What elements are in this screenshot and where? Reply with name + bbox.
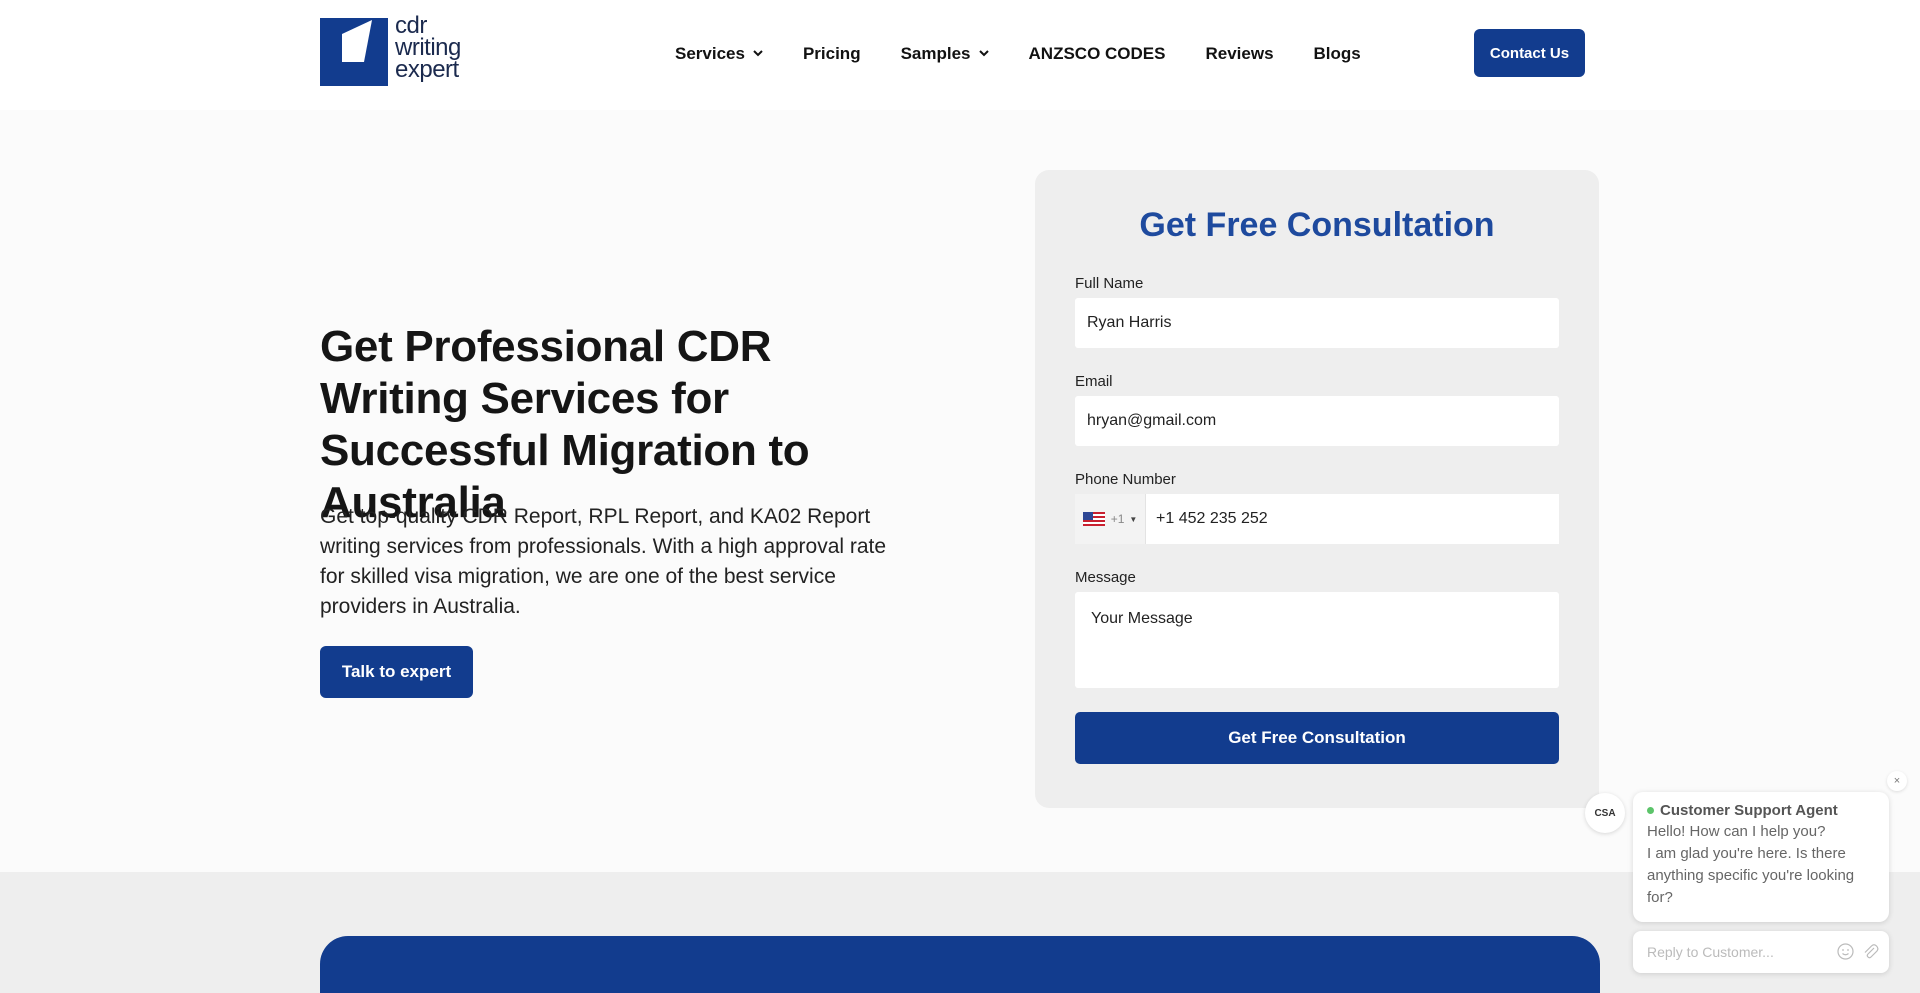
message-label: Message [1075, 569, 1136, 586]
nav-item-label: Pricing [802, 43, 861, 63]
logo-line: expert [395, 56, 459, 83]
nav-item-blogs[interactable]: Blogs [1314, 44, 1361, 64]
nav-item-samples[interactable]: Samples [901, 44, 989, 64]
phone-field[interactable]: +1 452 235 252 [1146, 494, 1559, 544]
nav-item-services[interactable]: Services [675, 44, 763, 64]
country-code: +1 [1110, 512, 1125, 526]
nav-item-label: Blogs [1313, 43, 1361, 63]
agent-name: Customer Support Agent [1660, 802, 1838, 819]
phone-label: Phone Number [1075, 471, 1176, 488]
agent-header: Customer Support Agent [1647, 802, 1875, 819]
nav-item-label: Samples [900, 43, 971, 63]
get-free-consultation-button[interactable]: Get Free Consultation [1075, 712, 1559, 764]
chat-reply-input[interactable]: Reply to Customer... [1633, 931, 1889, 973]
chat-message-text: Hello! How can I help you? I am glad you… [1647, 823, 1855, 906]
reply-placeholder: Reply to Customer... [1647, 944, 1774, 960]
message-field[interactable]: Your Message [1075, 592, 1559, 688]
us-flag-icon [1082, 512, 1105, 526]
chat-message-bubble[interactable]: Customer Support Agent Hello! How can I … [1633, 792, 1889, 922]
agent-avatar[interactable]: CSA [1585, 793, 1625, 833]
full-name-label: Full Name [1075, 275, 1144, 292]
nav-item-label: Reviews [1205, 43, 1274, 63]
hero-description: Get top-quality CDR Report, RPL Report, … [320, 505, 887, 618]
full-name-field[interactable]: Ryan Harris [1075, 298, 1559, 348]
consultation-form: Get Free Consultation Full Name Ryan Har… [1035, 170, 1599, 808]
email-label: Email [1075, 373, 1113, 390]
logo-mark-icon [320, 18, 388, 86]
talk-to-expert-button[interactable]: Talk to expert [320, 646, 473, 698]
caret-down-icon: ▼ [1129, 514, 1138, 524]
nav-item-anzsco-codes[interactable]: ANZSCO CODES [1029, 44, 1166, 64]
email-field[interactable]: hryan@gmail.com [1075, 396, 1559, 446]
close-icon[interactable]: × [1887, 771, 1907, 791]
hero-title: Get Professional CDR Writing Services fo… [320, 322, 810, 527]
site-logo[interactable]: cdr writing expert [320, 14, 461, 86]
chevron-down-icon [978, 48, 989, 60]
nav-item-pricing[interactable]: Pricing [803, 44, 861, 64]
logo-wordmark: cdr writing expert [395, 14, 461, 83]
nav-item-reviews[interactable]: Reviews [1205, 44, 1273, 64]
site-header: cdr writing expert Services Pricing Samp… [0, 0, 1920, 110]
contact-us-button[interactable]: Contact Us [1474, 29, 1585, 77]
online-status-icon [1647, 807, 1654, 814]
main-nav: Services Pricing Samples ANZSCO CODES Re… [675, 0, 1401, 107]
chevron-down-icon [753, 48, 763, 60]
emoji-icon[interactable] [1837, 943, 1854, 963]
nav-item-label: Services [675, 43, 745, 63]
nav-item-label: ANZSCO CODES [1028, 43, 1166, 63]
blue-banner [320, 936, 1600, 993]
attachment-icon[interactable] [1862, 943, 1879, 963]
form-title: Get Free Consultation [1139, 206, 1495, 244]
reply-actions [1829, 943, 1879, 963]
country-code-select[interactable]: +1 ▼ [1075, 494, 1146, 544]
